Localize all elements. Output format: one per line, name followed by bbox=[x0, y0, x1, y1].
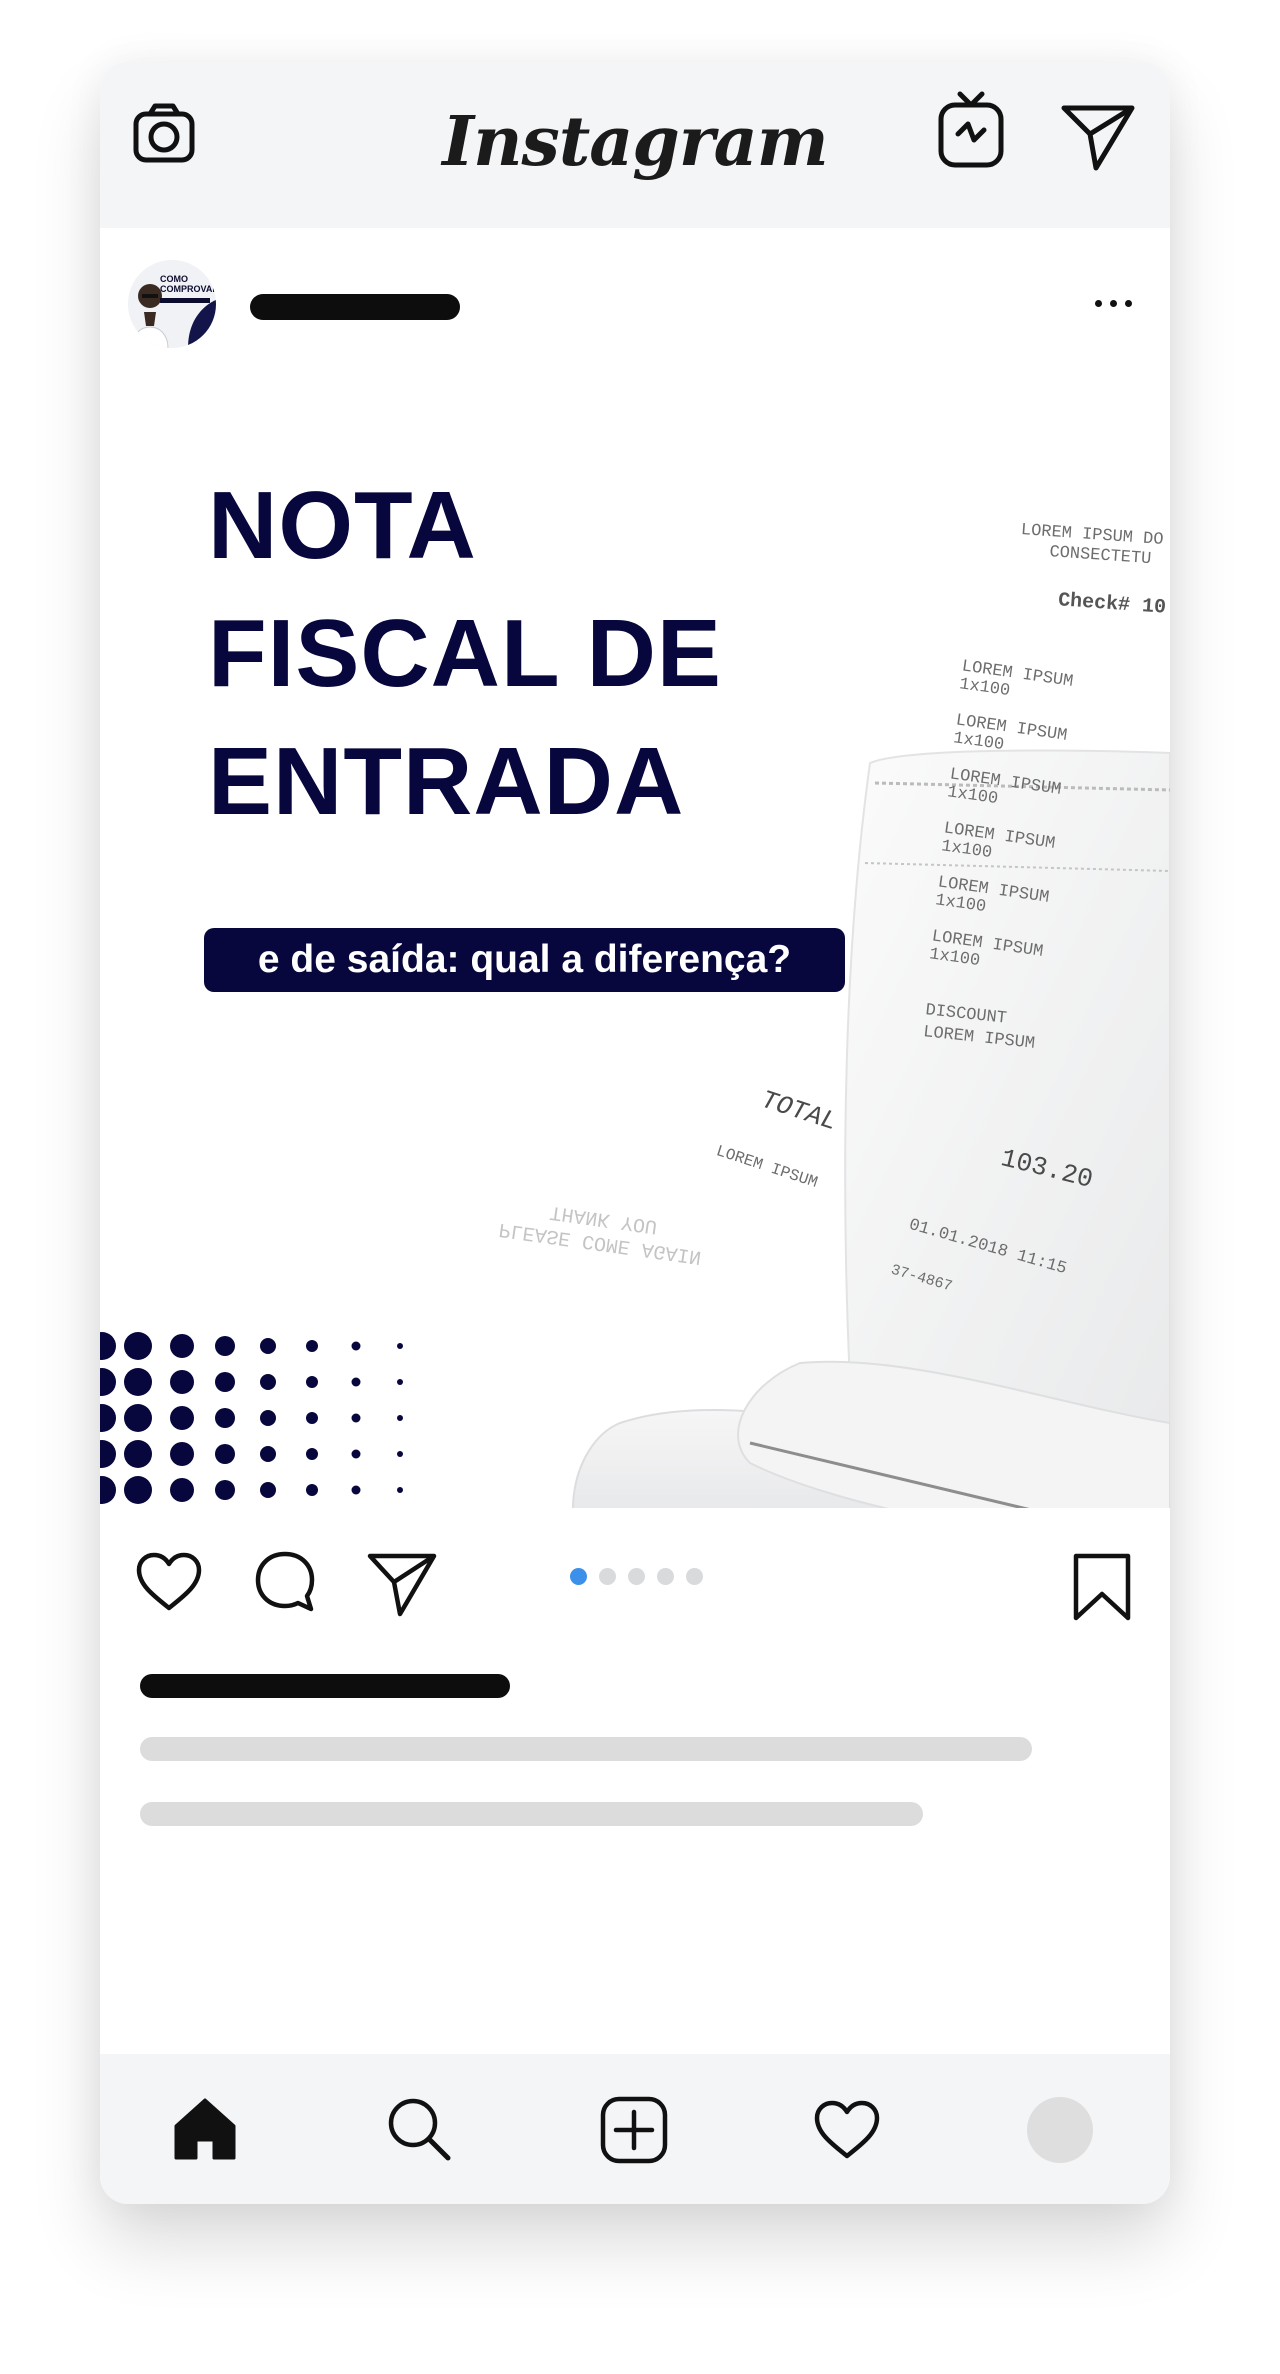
carousel-dot bbox=[686, 1568, 703, 1585]
avatar-text-line: COMPROVAR bbox=[160, 284, 216, 294]
receipt-footer-text: LOREM IPSUM bbox=[713, 1142, 820, 1192]
headline-line: FISCAL DE bbox=[208, 600, 722, 707]
avatar-text: COMO COMPROVAR bbox=[160, 274, 216, 294]
home-icon[interactable] bbox=[172, 2096, 238, 2166]
add-post-icon[interactable] bbox=[600, 2096, 668, 2168]
heart-icon[interactable] bbox=[136, 1552, 202, 1616]
igtv-icon[interactable] bbox=[938, 90, 1004, 172]
post-headline: NOTA FISCAL DE ENTRADA bbox=[208, 462, 722, 846]
post-subtitle: e de saída: qual a diferença? bbox=[204, 928, 845, 992]
receipt-total-value: 103.20 bbox=[997, 1143, 1096, 1195]
search-icon[interactable] bbox=[386, 2096, 452, 2166]
carousel-dot bbox=[599, 1568, 616, 1585]
phone-frame: Instagram COMO COMPROVAR LOREM IPSUM DO … bbox=[100, 62, 1170, 2204]
halftone-dots-decoration bbox=[100, 1332, 403, 1504]
post-image[interactable]: LOREM IPSUM DO CONSECTETU Check# 10 LORE… bbox=[100, 348, 1170, 1508]
avatar-text-line: COMO bbox=[160, 274, 188, 284]
comment-icon[interactable] bbox=[254, 1550, 316, 1618]
more-options-icon[interactable] bbox=[1095, 300, 1132, 307]
receipt-check-number: Check# 10 bbox=[1057, 589, 1167, 620]
paper-plane-icon[interactable] bbox=[1060, 102, 1136, 176]
receipt-date: 01.01.2018 11:15 bbox=[906, 1215, 1069, 1280]
headline-line: NOTA bbox=[208, 472, 477, 579]
receipt-code: 37-4867 bbox=[888, 1261, 955, 1296]
post-header: COMO COMPROVAR bbox=[100, 228, 1170, 348]
caption-placeholder-line bbox=[140, 1737, 1032, 1761]
headline-line: ENTRADA bbox=[208, 728, 685, 835]
activity-heart-icon[interactable] bbox=[814, 2100, 880, 2164]
caption-placeholder-line bbox=[140, 1802, 923, 1826]
carousel-dot-active bbox=[570, 1568, 587, 1585]
top-bar: Instagram bbox=[100, 62, 1170, 228]
likes-placeholder[interactable] bbox=[140, 1674, 510, 1698]
carousel-dot bbox=[657, 1568, 674, 1585]
share-icon[interactable] bbox=[366, 1552, 438, 1622]
carousel-indicator bbox=[570, 1568, 703, 1585]
post-actions bbox=[100, 1508, 1170, 1638]
username-placeholder[interactable] bbox=[250, 294, 460, 320]
bottom-nav bbox=[100, 2054, 1170, 2204]
profile-avatar[interactable] bbox=[1027, 2097, 1093, 2163]
avatar-text-bar bbox=[160, 298, 210, 303]
avatar[interactable]: COMO COMPROVAR bbox=[128, 260, 216, 348]
carousel-dot bbox=[628, 1568, 645, 1585]
receipt-total-label: TOTAL bbox=[757, 1084, 841, 1138]
bookmark-icon[interactable] bbox=[1072, 1552, 1132, 1626]
app-logo: Instagram bbox=[442, 102, 828, 182]
